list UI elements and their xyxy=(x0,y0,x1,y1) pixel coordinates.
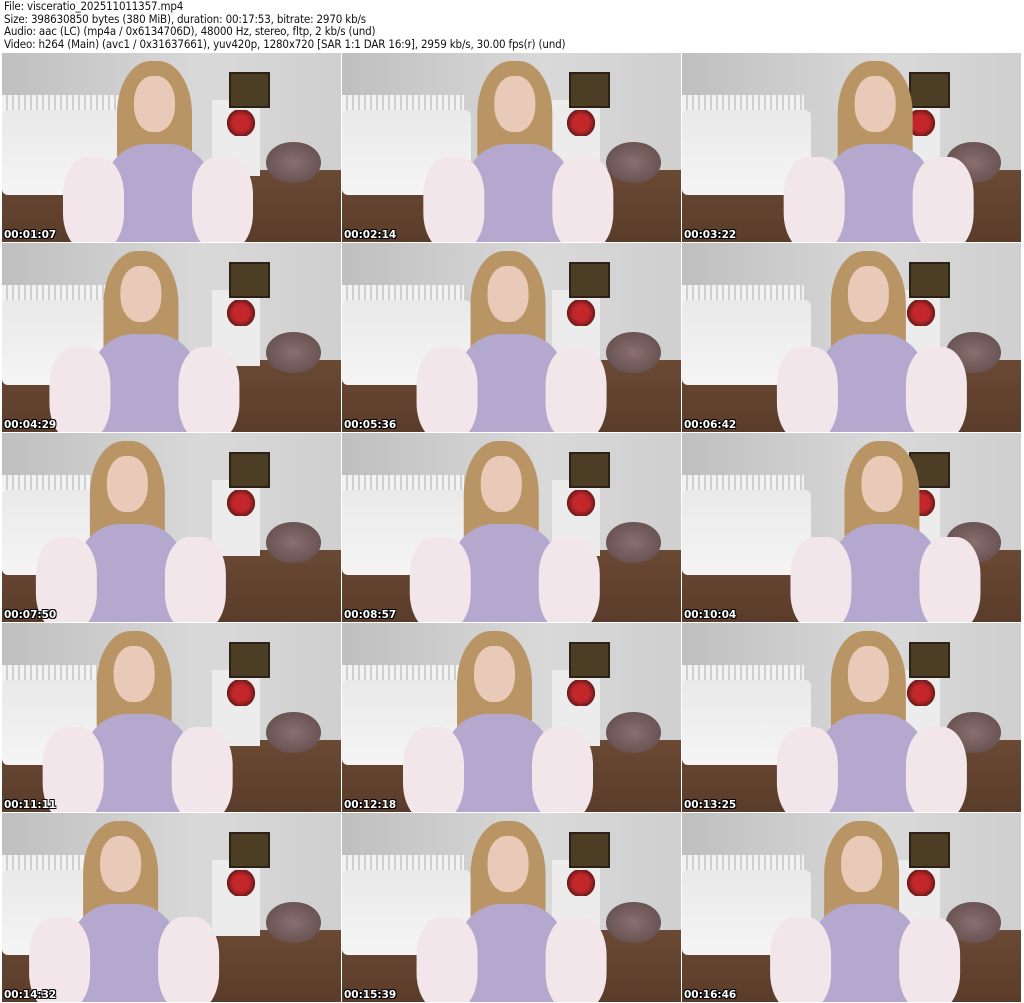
cardigan-sleeve-right xyxy=(919,536,981,622)
person xyxy=(2,433,314,622)
video-thumbnail: 00:01:07 xyxy=(2,53,341,242)
person xyxy=(362,53,681,242)
cardigan-sleeve-left xyxy=(63,156,125,242)
face xyxy=(113,645,155,703)
cardigan-sleeve-right xyxy=(157,916,219,1002)
person xyxy=(349,433,681,622)
cardigan-sleeve-right xyxy=(545,346,607,432)
face xyxy=(107,455,148,513)
cardigan-sleeve-left xyxy=(416,346,478,432)
cardigan-sleeve-left xyxy=(783,156,845,242)
face xyxy=(494,75,536,133)
video-thumbnail: 00:11:11 xyxy=(2,623,341,812)
face xyxy=(861,455,903,513)
person xyxy=(356,813,681,1002)
face xyxy=(487,835,529,893)
cardigan-sleeve-left xyxy=(770,916,832,1002)
video-thumbnail: 00:03:22 xyxy=(682,53,1021,242)
video-thumbnail: 00:16:46 xyxy=(682,813,1021,1002)
video-thumbnail: 00:13:25 xyxy=(682,623,1021,812)
person xyxy=(342,623,681,812)
cardigan-sleeve-left xyxy=(423,156,485,242)
face xyxy=(120,265,162,323)
cardigan-sleeve-left xyxy=(403,726,465,812)
person xyxy=(729,433,1021,622)
cardigan-sleeve-left xyxy=(49,346,111,432)
cardigan-sleeve-right xyxy=(912,156,974,242)
cardigan-sleeve-right xyxy=(905,346,967,432)
video-info: Video: h264 (Main) (avc1 / 0x31637661), … xyxy=(4,36,566,51)
face xyxy=(100,835,141,893)
audio-info: Audio: aac (LC) (mp4a / 0x6134706D), 480… xyxy=(4,24,376,39)
timestamp-label: 00:14:32 xyxy=(4,989,57,1001)
timestamp-label: 00:13:25 xyxy=(684,799,737,811)
timestamp-label: 00:11:11 xyxy=(4,799,57,811)
face xyxy=(848,265,889,323)
face xyxy=(474,645,515,703)
thumbnail-grid: 00:01:07 00:02:14 00:03:22 00:04:29 00:05:36… xyxy=(2,53,1021,1002)
person xyxy=(716,623,1021,812)
face xyxy=(854,75,896,133)
video-thumbnail: 00:12:18 xyxy=(342,623,681,812)
video-thumbnail: 00:10:04 xyxy=(682,433,1021,622)
video-thumbnail: 00:14:32 xyxy=(2,813,341,1002)
timestamp-label: 00:10:04 xyxy=(684,609,737,621)
face xyxy=(134,75,175,133)
face xyxy=(848,645,889,703)
cardigan-sleeve-left xyxy=(776,726,838,812)
video-thumbnail: 00:05:36 xyxy=(342,243,681,432)
face xyxy=(487,265,529,323)
cardigan-sleeve-left xyxy=(416,916,478,1002)
cardigan-sleeve-right xyxy=(178,346,240,432)
cardigan-sleeve-right xyxy=(545,916,607,1002)
timestamp-label: 00:15:39 xyxy=(344,989,397,1001)
timestamp-label: 00:05:36 xyxy=(344,419,397,431)
person xyxy=(2,243,327,432)
video-thumbnail: 00:08:57 xyxy=(342,433,681,622)
person xyxy=(716,243,1021,432)
timestamp-label: 00:06:42 xyxy=(684,419,737,431)
cardigan-sleeve-right xyxy=(171,726,233,812)
video-thumbnail: 00:06:42 xyxy=(682,243,1021,432)
timestamp-label: 00:08:57 xyxy=(344,609,397,621)
cardigan-sleeve-left xyxy=(790,536,852,622)
file-info-header: File: visceratio_202511011357.mp4 Size: … xyxy=(4,0,566,51)
timestamp-label: 00:04:29 xyxy=(4,419,57,431)
timestamp-label: 00:07:50 xyxy=(4,609,57,621)
timestamp-label: 00:03:22 xyxy=(684,229,737,241)
person xyxy=(709,813,1021,1002)
file-name: File: visceratio_202511011357.mp4 xyxy=(4,0,184,13)
face xyxy=(480,455,522,513)
cardigan-sleeve-right xyxy=(898,916,960,1002)
person xyxy=(2,623,321,812)
video-thumbnail: 00:07:50 xyxy=(2,433,341,622)
timestamp-label: 00:16:46 xyxy=(684,989,737,1001)
person xyxy=(356,243,681,432)
person xyxy=(723,53,1021,242)
timestamp-label: 00:12:18 xyxy=(344,799,397,811)
timestamp-label: 00:01:07 xyxy=(4,229,57,241)
cardigan-sleeve-left xyxy=(776,346,838,432)
person xyxy=(2,813,307,1002)
face xyxy=(841,835,882,893)
cardigan-sleeve-right xyxy=(191,156,253,242)
timestamp-label: 00:02:14 xyxy=(344,229,397,241)
cardigan-sleeve-right xyxy=(164,536,226,622)
video-thumbnail: 00:04:29 xyxy=(2,243,341,432)
cardigan-sleeve-right xyxy=(538,536,600,622)
person xyxy=(2,53,341,242)
cardigan-sleeve-left xyxy=(409,536,471,622)
video-thumbnail: 00:02:14 xyxy=(342,53,681,242)
cardigan-sleeve-right xyxy=(552,156,614,242)
cardigan-sleeve-right xyxy=(905,726,967,812)
cardigan-sleeve-right xyxy=(531,726,593,812)
video-thumbnail: 00:15:39 xyxy=(342,813,681,1002)
